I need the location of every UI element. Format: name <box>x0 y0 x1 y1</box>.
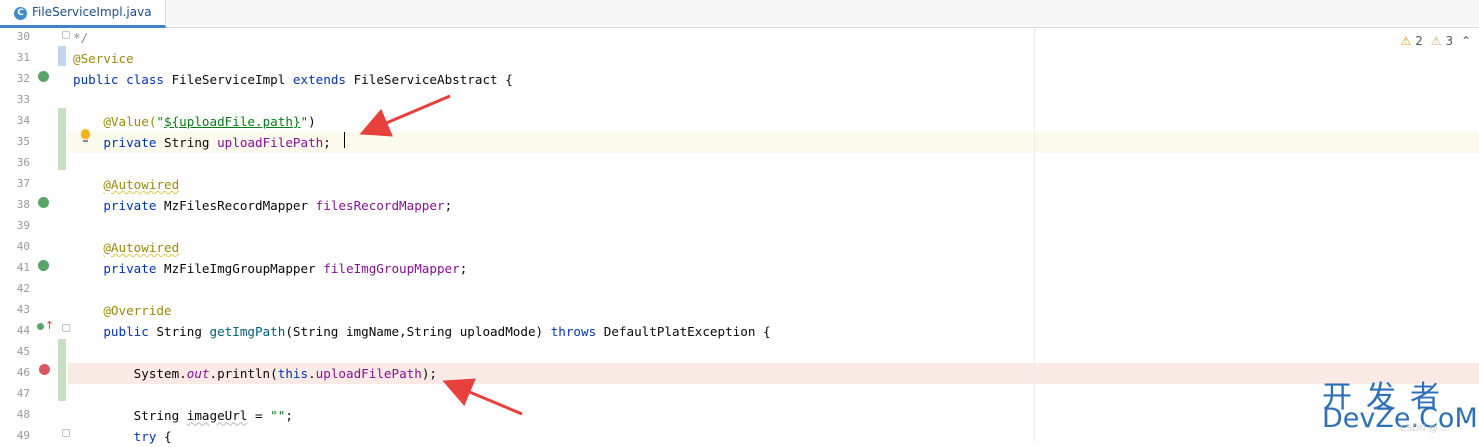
annotation-overlay <box>359 94 523 416</box>
annotation-arrow <box>442 378 523 416</box>
annotation-arrow <box>359 94 451 137</box>
watermark-credit: CSDN @... <box>1400 424 1447 434</box>
